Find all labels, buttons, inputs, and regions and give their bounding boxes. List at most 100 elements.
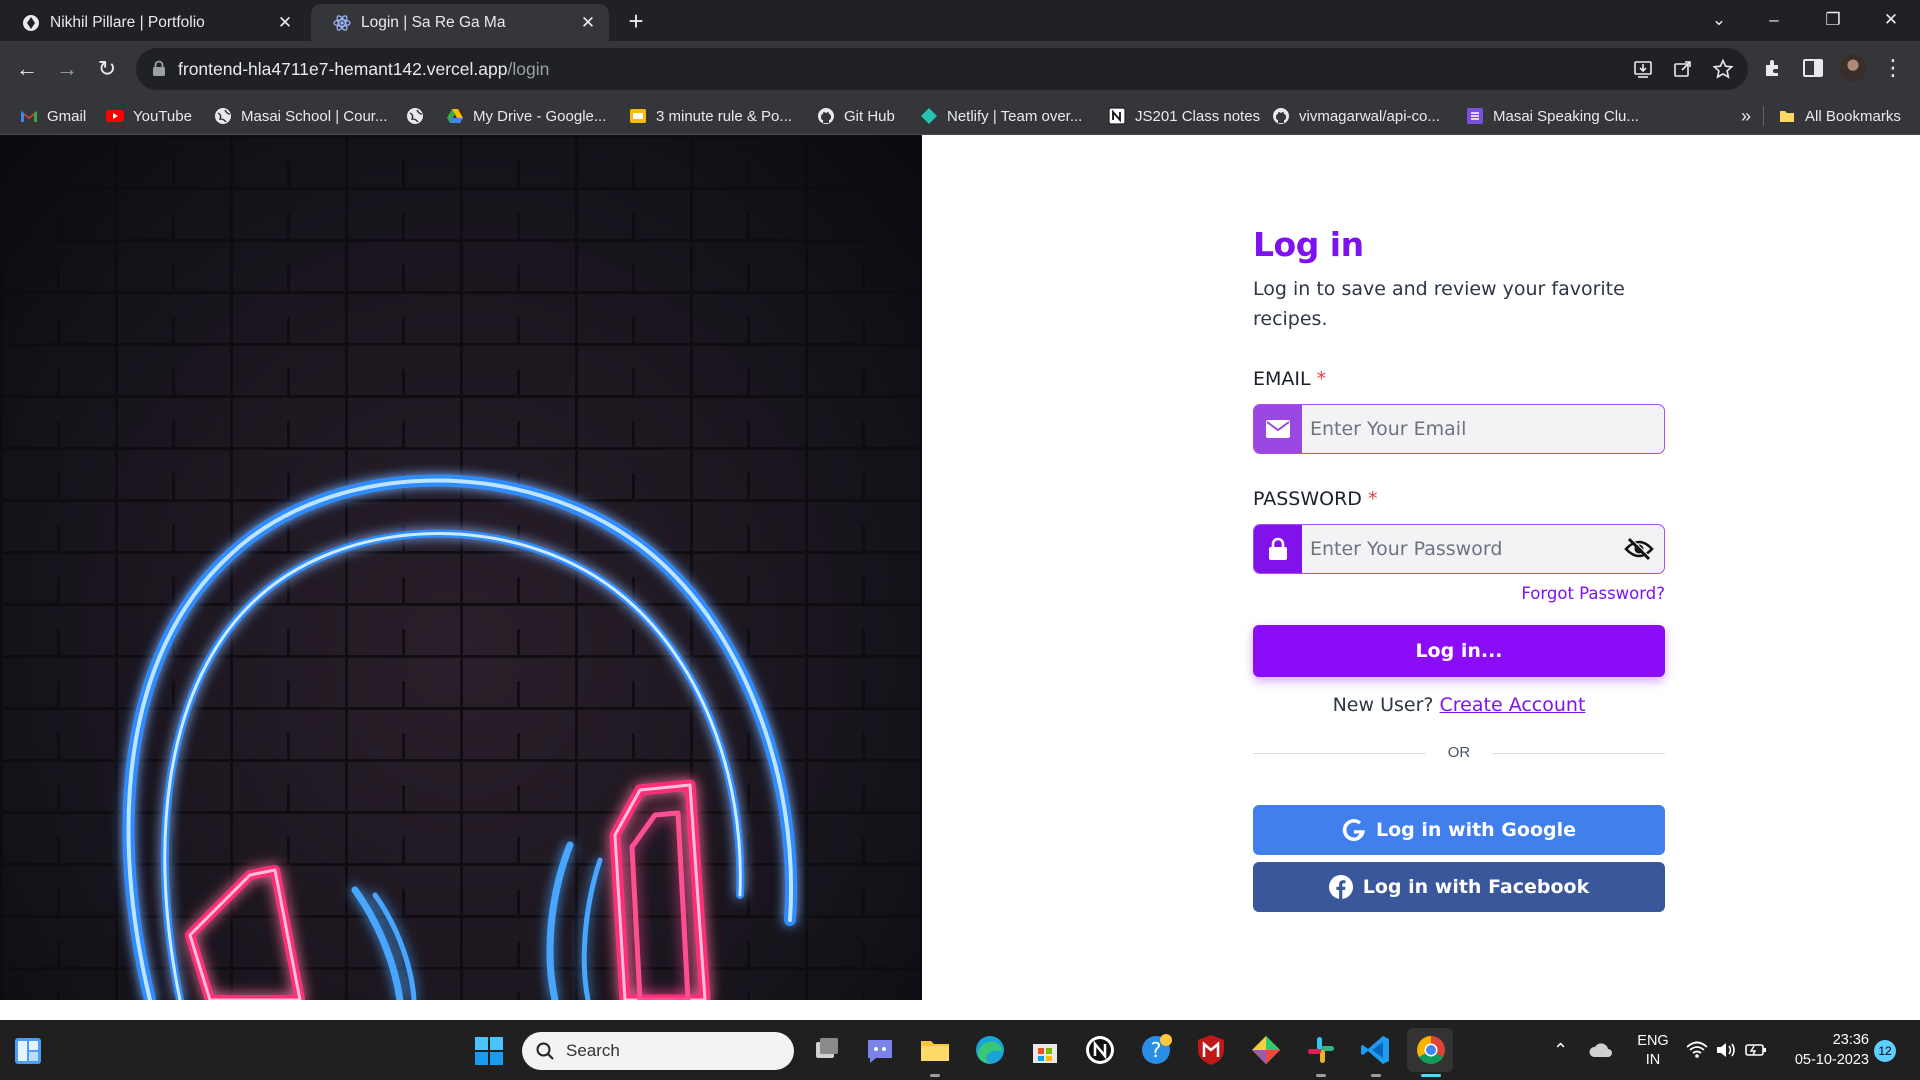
language-code: ENG <box>1637 1033 1669 1049</box>
more-bookmarks-button[interactable]: » <box>1741 104 1751 128</box>
clock-time: 23:36 <box>1832 1032 1869 1048</box>
password-field[interactable] <box>1302 525 1614 573</box>
restore-button[interactable]: ❐ <box>1813 6 1853 34</box>
wifi-icon[interactable] <box>1686 1040 1708 1060</box>
portfolio-favicon-icon <box>23 14 39 31</box>
extensions-puzzle-icon[interactable] <box>1761 56 1785 80</box>
tab-title: Login | Sa Re Ga Ma <box>361 13 506 31</box>
help-app-icon[interactable]: ? <box>1138 1032 1174 1068</box>
taskbar-search-placeholder: Search <box>566 1041 620 1060</box>
new-user-row: New User? Create Account <box>1253 694 1665 716</box>
bookmark-globe[interactable] <box>406 104 433 128</box>
tab-portfolio[interactable]: Nikhil Pillare | Portfolio ✕ <box>0 4 306 41</box>
email-field[interactable] <box>1302 405 1664 453</box>
login-subtitle: Log in to save and review your favorite … <box>1253 278 1625 330</box>
bookmark-vivmagarwal[interactable]: vivmagarwal/api-co... <box>1272 104 1440 128</box>
envelope-icon <box>1254 405 1302 453</box>
profile-avatar[interactable] <box>1839 54 1867 82</box>
bookmark-masai-speaking[interactable]: Masai Speaking Clu... <box>1466 104 1639 128</box>
bookmark-youtube[interactable]: YouTube <box>106 104 192 128</box>
close-icon[interactable]: ✕ <box>579 13 597 32</box>
google-login-button[interactable]: Log in with Google <box>1253 805 1665 855</box>
browser-toolbar: ← → ↻ frontend-hla4711e7-hemant142.verce… <box>0 41 1920 98</box>
bookmark-3-minute-rule[interactable]: 3 minute rule & Po... <box>629 104 792 128</box>
app-running-indicator <box>1371 1074 1381 1077</box>
teams-chat-icon[interactable] <box>862 1032 898 1068</box>
bookmark-gmail[interactable]: Gmail <box>20 104 86 128</box>
system-clock[interactable]: 23:36 05-10-2023 <box>1783 1030 1869 1070</box>
create-account-link[interactable]: Create Account <box>1440 694 1586 716</box>
back-arrow-icon[interactable]: ← <box>12 54 42 84</box>
netlify-icon <box>921 108 937 124</box>
hero-image <box>0 135 922 1000</box>
vscode-icon[interactable] <box>1358 1032 1394 1068</box>
required-indicator: * <box>1367 488 1378 510</box>
bookmark-label: Masai Speaking Clu... <box>1493 107 1639 125</box>
login-submit-button[interactable]: Log in... <box>1253 625 1665 677</box>
task-view-icon[interactable] <box>808 1032 844 1068</box>
share-icon[interactable] <box>1672 58 1694 80</box>
windows-start-icon[interactable] <box>474 1036 504 1066</box>
bookmarks-bar: Gmail YouTube Masai School | Cour... My … <box>0 98 1920 135</box>
chrome-icon[interactable] <box>1413 1032 1449 1068</box>
bookmark-js201-notes[interactable]: JS201 Class notes <box>1108 104 1260 128</box>
close-window-button[interactable]: ✕ <box>1871 6 1911 34</box>
new-tab-button[interactable]: + <box>622 8 650 36</box>
close-icon[interactable]: ✕ <box>276 13 294 32</box>
slides-icon <box>630 109 646 123</box>
or-divider: OR <box>1253 743 1665 763</box>
github-icon <box>1273 108 1289 124</box>
reload-icon[interactable]: ↻ <box>92 54 122 84</box>
bookmark-label: Gmail <box>47 107 87 125</box>
tab-search-chevron-icon[interactable]: ⌄ <box>1699 6 1739 34</box>
tray-chevron-up-icon[interactable]: ⌃ <box>1553 1020 1568 1080</box>
address-bar[interactable]: frontend-hla4711e7-hemant142.vercel.app/… <box>136 48 1748 90</box>
git-diamond-icon[interactable] <box>1248 1032 1284 1068</box>
tab-title: Nikhil Pillare | Portfolio <box>50 13 205 31</box>
bookmark-git-hub[interactable]: Git Hub <box>817 104 895 128</box>
minimize-button[interactable]: – <box>1754 6 1794 34</box>
tab-login[interactable]: Login | Sa Re Ga Ma ✕ <box>311 4 609 41</box>
bookmark-label: All Bookmarks <box>1805 107 1901 125</box>
microsoft-store-icon[interactable] <box>1027 1032 1063 1068</box>
search-icon <box>536 1042 554 1060</box>
bookmark-label: vivmagarwal/api-co... <box>1299 107 1440 125</box>
bookmark-netlify[interactable]: Netlify | Team over... <box>920 104 1082 128</box>
bookmark-my-drive[interactable]: My Drive - Google... <box>446 104 606 128</box>
forward-arrow-icon[interactable]: → <box>52 54 82 84</box>
bookmark-label: My Drive - Google... <box>473 107 607 125</box>
language-indicator[interactable]: ENG IN <box>1633 1032 1673 1070</box>
onedrive-cloud-icon[interactable] <box>1588 1039 1614 1061</box>
taskbar-search-box[interactable]: Search <box>522 1032 794 1070</box>
notification-badge[interactable]: 12 <box>1874 1040 1896 1062</box>
install-app-icon[interactable] <box>1632 58 1654 80</box>
facebook-icon <box>1328 875 1353 899</box>
forgot-password-link[interactable]: Forgot Password? <box>1521 584 1665 603</box>
app-running-indicator <box>1316 1074 1326 1077</box>
bookmark-masai-school[interactable]: Masai School | Cour... <box>214 104 387 128</box>
email-label-row: EMAIL * <box>1253 368 1326 390</box>
slack-icon[interactable] <box>1303 1032 1339 1068</box>
password-label: PASSWORD <box>1253 488 1362 510</box>
youtube-icon <box>106 110 124 122</box>
edge-browser-icon[interactable] <box>972 1032 1008 1068</box>
bookmark-label: Netlify | Team over... <box>947 107 1083 125</box>
widgets-icon[interactable] <box>14 1037 42 1065</box>
battery-icon[interactable] <box>1744 1040 1768 1060</box>
notion-app-icon[interactable] <box>1082 1032 1118 1068</box>
side-panel-icon[interactable] <box>1801 56 1825 80</box>
svg-text:?: ? <box>1151 1038 1162 1062</box>
volume-icon[interactable] <box>1715 1040 1737 1060</box>
globe-icon <box>407 108 423 124</box>
bookmark-label: YouTube <box>133 107 192 125</box>
bookmark-star-icon[interactable] <box>1712 58 1734 80</box>
facebook-login-button[interactable]: Log in with Facebook <box>1253 862 1665 912</box>
google-icon <box>1342 819 1365 842</box>
file-explorer-icon[interactable] <box>917 1032 953 1068</box>
mcafee-shield-icon[interactable] <box>1193 1032 1229 1068</box>
eye-slash-icon[interactable] <box>1614 525 1664 573</box>
app-running-indicator <box>930 1074 940 1077</box>
all-bookmarks-folder[interactable]: All Bookmarks <box>1778 104 1901 128</box>
password-label-row: PASSWORD * <box>1253 488 1377 510</box>
menu-kebab-icon[interactable]: ⋮ <box>1882 53 1904 83</box>
